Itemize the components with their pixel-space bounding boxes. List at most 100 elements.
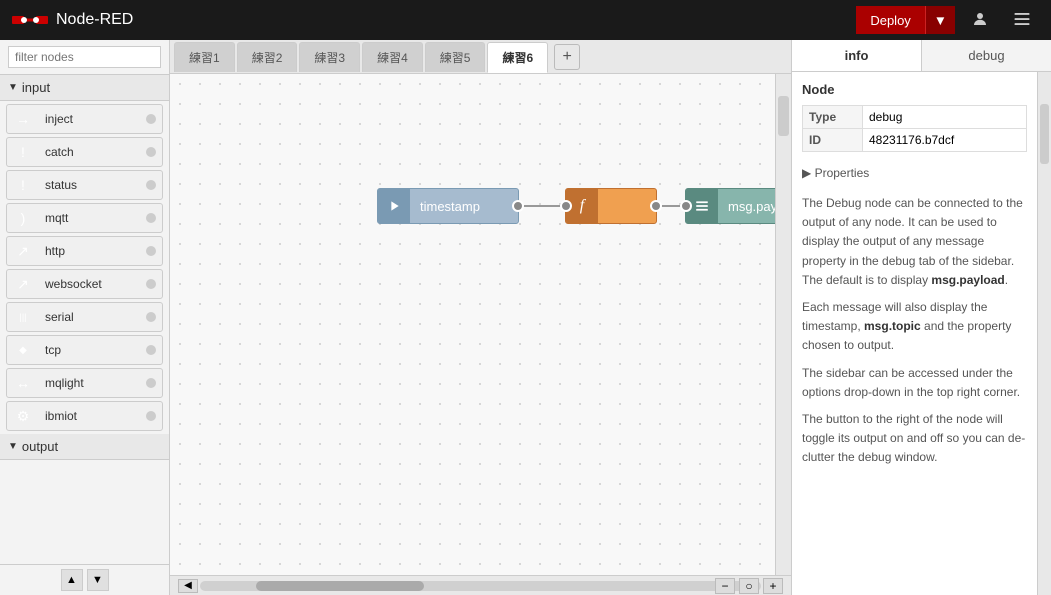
category-output[interactable]: ▼ output [0,434,169,460]
tab-5[interactable]: 練習6 [487,42,548,73]
canvas-control-buttons: − ○ + [715,578,783,594]
node-item-ibmiot[interactable]: ⚙ ibmiot [6,401,163,431]
info-description-2: Each message will also display the times… [802,298,1027,356]
info-type-value: debug [863,106,1027,129]
status-icon: ! [7,170,39,200]
canvas-vertical-scrollbar[interactable] [775,74,791,575]
sidebar-scroll-up-button[interactable]: ▲ [61,569,83,591]
hamburger-icon [1013,10,1031,28]
info-node-section: Node Type debug ID 48231176.b7dcf Proper… [802,82,1027,184]
sidebar-scroll-down-button[interactable]: ▼ [87,569,109,591]
right-panel-tabs: info debug [792,40,1051,72]
node-item-catch[interactable]: ! catch [6,137,163,167]
canvas-bottom-bar: ◀ − ○ + [170,575,791,595]
http-dot [146,246,156,256]
flow-node-inject[interactable]: timestamp [377,188,519,224]
node-red-logo [12,8,48,32]
websocket-label: websocket [39,277,146,291]
category-input-label: input [22,80,50,95]
zoom-reset-button[interactable]: ○ [739,578,759,594]
inject-node-port-right [512,200,524,212]
info-description-1: The Debug node can be connected to the o… [802,194,1027,290]
deploy-caret-button[interactable]: ▼ [925,6,955,34]
category-caret: ▼ [8,82,18,93]
flow-node-function[interactable]: f [565,188,657,224]
ibmiot-icon: ⚙ [7,401,39,431]
info-description-4: The button to the right of the node will… [802,410,1027,468]
user-icon [971,10,989,28]
mqtt-icon: ) [7,203,39,233]
info-id-value: 48231176.b7dcf [863,129,1027,152]
node-list: ▼ input → inject ! catch ! status ) mqtt [0,75,169,564]
inject-dot [146,114,156,124]
add-tab-button[interactable]: + [554,44,580,70]
http-label: http [39,244,146,258]
info-node-table: Type debug ID 48231176.b7dcf [802,105,1027,152]
user-icon-button[interactable] [963,6,997,35]
ibmiot-label: ibmiot [39,409,146,423]
deploy-button-group: Deploy ▼ [856,6,955,34]
info-description-3: The sidebar can be accessed under the op… [802,364,1027,402]
output-caret: ▼ [8,441,18,452]
websocket-icon: ↗ [7,269,39,299]
info-properties-toggle[interactable]: Properties [802,162,1027,184]
right-tab-info[interactable]: info [792,40,922,71]
status-label: status [39,178,146,192]
zoom-out-button[interactable]: − [715,578,735,594]
node-item-mqtt[interactable]: ) mqtt [6,203,163,233]
tab-0[interactable]: 練習1 [174,42,235,72]
http-icon: ↗ [7,236,39,266]
inject-node-label: timestamp [410,199,490,214]
tabs-bar: 練習1 練習2 練習3 練習4 練習5 練習6 + [170,40,791,74]
category-output-label: output [22,439,58,454]
tcp-icon: ◆ [7,335,39,365]
info-node-section-title: Node [802,82,1027,97]
right-panel-info-content: Node Type debug ID 48231176.b7dcf Proper… [792,72,1037,595]
node-item-serial[interactable]: ||| serial [6,302,163,332]
mqtt-label: mqtt [39,211,146,225]
deploy-main-button[interactable]: Deploy [856,6,924,34]
sidebar-bottom: ▲ ▼ [0,564,169,595]
tab-4[interactable]: 練習5 [425,42,486,72]
app-title: Node-RED [56,11,133,29]
info-strong-1: msg.payload [931,273,1004,287]
function-node-port-left [560,200,572,212]
mqlight-label: mqlight [39,376,146,390]
inject-label: inject [39,112,146,126]
mqlight-dot [146,378,156,388]
canvas-horizontal-scrollbar[interactable] [200,581,761,591]
tab-3[interactable]: 練習4 [362,42,423,72]
sidebar: ▼ input → inject ! catch ! status ) mqtt [0,40,170,595]
node-item-websocket[interactable]: ↗ websocket [6,269,163,299]
right-panel: info debug Node Type debug ID 48231176.b… [791,40,1051,595]
right-tab-debug[interactable]: debug [922,40,1051,71]
function-node-port-right [650,200,662,212]
tcp-dot [146,345,156,355]
flow-canvas[interactable]: timestamp f msg.payload [170,74,775,575]
filter-nodes-area [0,40,169,75]
header-right: Deploy ▼ [856,6,1039,35]
header: Node-RED Deploy ▼ [0,0,1051,40]
canvas-scroll-left-button[interactable]: ◀ [178,579,198,593]
tab-2[interactable]: 練習3 [299,42,360,72]
node-item-http[interactable]: ↗ http [6,236,163,266]
right-panel-scrollbar[interactable] [1037,72,1051,595]
info-id-row: ID 48231176.b7dcf [803,129,1027,152]
zoom-in-button[interactable]: + [763,578,783,594]
main-layout: ▼ input → inject ! catch ! status ) mqtt [0,40,1051,595]
node-item-mqlight[interactable]: ↔ mqlight [6,368,163,398]
menu-icon-button[interactable] [1005,6,1039,35]
node-item-tcp[interactable]: ◆ tcp [6,335,163,365]
info-id-label: ID [803,129,863,152]
filter-nodes-input[interactable] [8,46,161,68]
info-type-row: Type debug [803,106,1027,129]
node-item-inject[interactable]: → inject [6,104,163,134]
header-left: Node-RED [12,8,133,32]
node-item-status[interactable]: ! status [6,170,163,200]
inject-icon: → [7,104,39,134]
inject-node-icon [378,188,410,224]
mqlight-icon: ↔ [7,368,39,398]
tab-1[interactable]: 練習2 [237,42,298,72]
category-input[interactable]: ▼ input [0,75,169,101]
flow-node-debug[interactable]: msg.payload ≡ [685,188,775,224]
